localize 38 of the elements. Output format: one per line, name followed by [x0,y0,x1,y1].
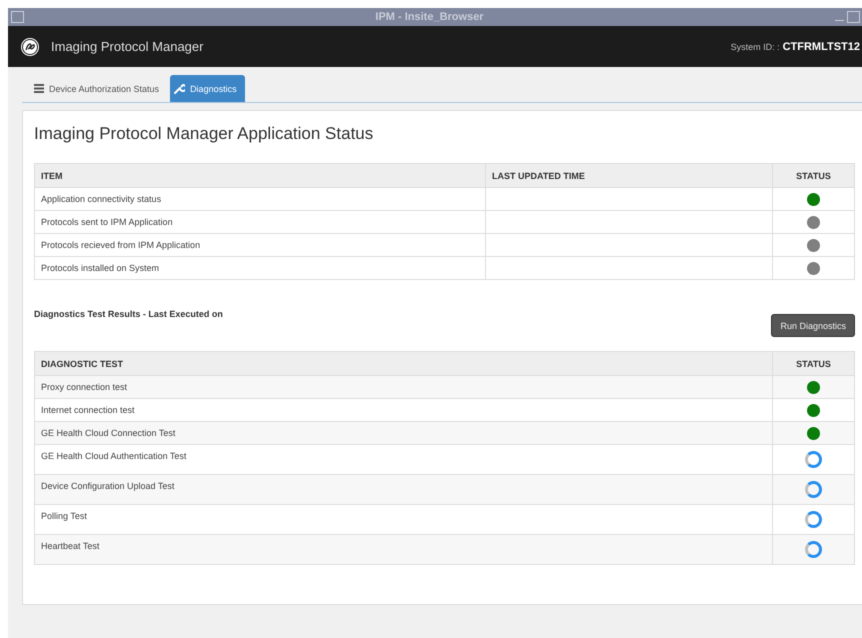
status-dot [807,262,820,274]
window-menu-icon[interactable] [11,11,24,23]
wrench-icon [174,83,186,94]
list-icon [34,84,44,93]
app-name: Imaging Protocol Manager [51,39,204,54]
status-dot [807,426,820,440]
table-cell: Proxy connection test [34,376,772,398]
maximize-icon[interactable] [847,11,860,23]
section-title: Diagnostics Test Results - Last Executed on [34,309,223,319]
table-cell: Heartbeat Test [34,534,772,564]
table-cell: Device Configuration Upload Test [34,474,772,504]
table-cell: Application connectivity status [34,188,486,210]
column-header: LAST UPDATED TIME [486,164,772,188]
logo-icon [20,36,40,56]
table-cell: Protocols recieved from IPM Application [34,234,486,256]
table-cell: Protocols sent to IPM Application [34,210,486,234]
column-header: DIAGNOSTIC TEST [34,352,772,376]
status-dot [807,404,820,416]
status-dot [807,238,820,252]
spinner-icon [805,541,822,558]
table-cell: Protocols installed on System [34,256,486,280]
spinner-icon [805,451,822,468]
status-dot [807,216,820,228]
column-header: STATUS [772,352,854,376]
system-id-label: System ID: : [730,42,780,52]
status-dot [807,380,820,394]
run-diagnostics-button[interactable]: Run Diagnostics [771,314,855,337]
window-title: IPM - Insite_Browser [374,11,485,23]
tab[interactable]: Device Authorization Status [30,75,168,102]
spinner-icon [805,511,822,528]
spinner-icon [805,481,822,498]
column-header: ITEM [34,164,486,188]
page-title: Imaging Protocol Manager Application Status [34,124,374,144]
column-header: STATUS [772,164,854,188]
system-id: CTFRMLTST12 [782,40,860,52]
tab[interactable]: Diagnostics [170,75,245,102]
status-dot [807,192,820,206]
table-cell: GE Health Cloud Connection Test [34,422,772,444]
